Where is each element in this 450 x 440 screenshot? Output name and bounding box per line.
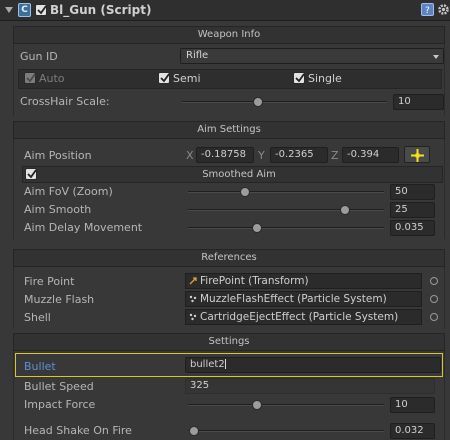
semi-label: Semi	[173, 72, 201, 85]
particle-system-icon	[189, 295, 197, 303]
impact-force-slider-thumb[interactable]	[251, 400, 262, 410]
impact-force-slider-track[interactable]	[188, 404, 384, 406]
chevron-down-icon	[433, 55, 439, 59]
shell-value: CartridgeEjectEffect (Particle System)	[200, 311, 399, 323]
aim-fov-field[interactable]: 50	[390, 184, 435, 200]
aim-smooth-field[interactable]: 25	[390, 202, 435, 218]
aim-delay-slider-thumb[interactable]	[251, 223, 262, 233]
smoothed-aim-header: Smoothed Aim	[202, 169, 276, 180]
impact-force-field[interactable]: 10	[390, 397, 435, 413]
aim-x-label[interactable]: X	[186, 149, 194, 162]
shell-label: Shell	[24, 311, 51, 324]
head-shake-label: Head Shake On Fire	[24, 424, 132, 437]
head-shake-slider-thumb[interactable]	[188, 426, 199, 436]
crosshair-scale-field[interactable]: 10	[393, 94, 444, 110]
aim-delay-label: Aim Delay Movement	[24, 221, 143, 234]
bullet-value: bullet2	[190, 359, 225, 370]
object-picker-icon[interactable]	[430, 295, 438, 303]
muzzle-flash-value: MuzzleFlashEffect (Particle System)	[200, 293, 387, 305]
particle-system-icon	[189, 313, 197, 321]
aim-fov-slider-thumb[interactable]	[239, 187, 250, 197]
aim-smooth-slider-track[interactable]	[188, 209, 384, 211]
head-shake-slider-track[interactable]	[188, 430, 384, 432]
object-picker-icon[interactable]	[430, 313, 438, 321]
gun-id-dropdown[interactable]: Rifle	[180, 48, 444, 64]
crosshair-slider-thumb[interactable]	[252, 97, 263, 107]
aim-y-field[interactable]: -0.2365	[270, 147, 328, 163]
bullet-speed-field[interactable]: 325	[185, 378, 435, 394]
section-header-weapon-info: Weapon Info	[13, 26, 445, 44]
aim-z-label[interactable]: Z	[331, 149, 339, 162]
fire-point-label: Fire Point	[24, 275, 75, 288]
text-cursor	[224, 359, 226, 369]
aim-x-field[interactable]: -0.18758	[196, 147, 254, 163]
bullet-label: Bullet	[24, 360, 56, 373]
aim-delay-slider-track[interactable]	[188, 227, 384, 229]
csharp-script-icon: C	[18, 3, 31, 17]
impact-force-label: Impact Force	[24, 398, 96, 411]
fire-mode-row	[18, 69, 442, 89]
object-picker-icon[interactable]	[430, 277, 438, 285]
gun-id-value: Rifle	[186, 50, 209, 61]
muzzle-flash-field[interactable]: MuzzleFlashEffect (Particle System)	[185, 291, 422, 307]
component-enabled-checkbox[interactable]	[35, 4, 47, 16]
aim-y-label[interactable]: Y	[258, 149, 265, 162]
section-header-settings: Settings	[13, 333, 445, 351]
shell-field[interactable]: CartridgeEjectEffect (Particle System)	[185, 309, 422, 325]
aim-position-label: Aim Position	[24, 149, 92, 162]
crosshair-icon	[411, 149, 424, 162]
aim-z-field[interactable]: -0.394	[342, 147, 399, 163]
svg-text:?: ?	[425, 6, 430, 15]
auto-checkbox[interactable]	[24, 72, 36, 84]
section-header-aim-settings: Aim Settings	[13, 121, 445, 139]
foldout-arrow-icon[interactable]	[5, 7, 13, 13]
smoothed-aim-checkbox[interactable]	[25, 168, 37, 180]
single-checkbox[interactable]	[293, 72, 305, 84]
fire-point-field[interactable]: FirePoint (Transform)	[185, 273, 422, 289]
aim-smooth-label: Aim Smooth	[24, 203, 92, 216]
bullet-speed-label: Bullet Speed	[24, 380, 94, 393]
muzzle-flash-label: Muzzle Flash	[24, 293, 95, 306]
transform-icon	[189, 277, 197, 285]
fire-point-value: FirePoint (Transform)	[200, 275, 309, 287]
section-header-references: References	[13, 249, 445, 267]
set-aim-position-button[interactable]	[404, 146, 430, 163]
single-label: Single	[308, 72, 342, 85]
semi-checkbox[interactable]	[158, 72, 170, 84]
gear-icon[interactable]	[437, 3, 450, 16]
crosshair-slider-track[interactable]	[182, 101, 387, 103]
aim-fov-label: Aim FoV (Zoom)	[24, 185, 113, 198]
gun-id-label: Gun ID	[20, 50, 58, 63]
aim-delay-field[interactable]: 0.035	[390, 220, 435, 236]
crosshair-scale-label: CrossHair Scale:	[20, 95, 110, 108]
component-header: C Bl_Gun (Script) ?	[0, 0, 450, 21]
auto-label: Auto	[39, 72, 65, 85]
aim-smooth-slider-thumb[interactable]	[339, 205, 350, 215]
bullet-field[interactable]: bullet2	[185, 357, 441, 373]
aim-fov-slider-track[interactable]	[188, 191, 384, 193]
head-shake-field[interactable]: 0.032	[390, 423, 435, 439]
help-icon[interactable]: ?	[421, 3, 434, 16]
component-title: Bl_Gun (Script)	[50, 3, 152, 17]
